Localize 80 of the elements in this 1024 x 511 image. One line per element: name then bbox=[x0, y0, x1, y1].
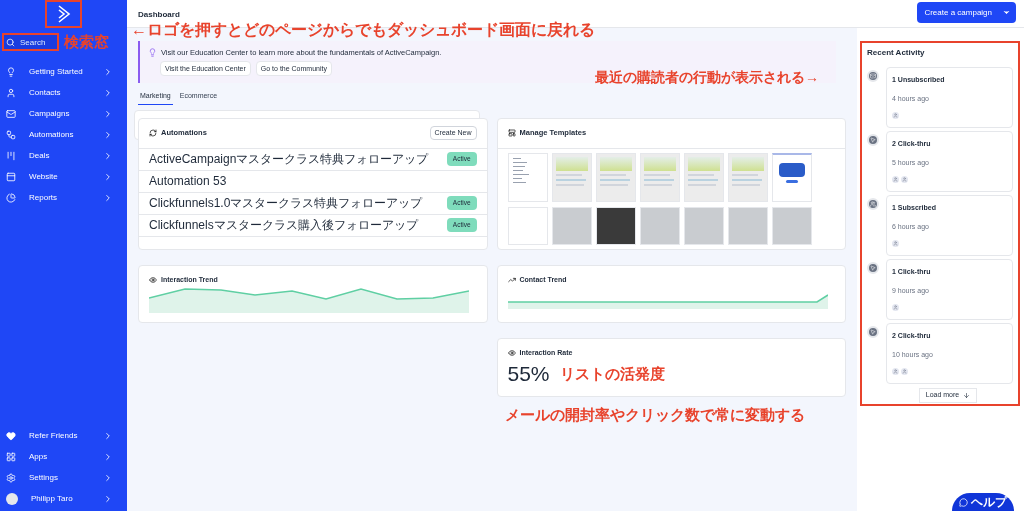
photo-placeholder[interactable] bbox=[595, 206, 636, 245]
avatar-icon bbox=[6, 492, 18, 505]
search-field[interactable]: Search bbox=[2, 33, 59, 51]
pie-chart-icon bbox=[6, 192, 16, 203]
automation-name: Automation 53 bbox=[149, 174, 227, 188]
text-template-thumbnail[interactable] bbox=[507, 152, 548, 202]
sidebar-item[interactable]: Deals bbox=[0, 145, 127, 166]
chevron-right-icon bbox=[103, 108, 113, 119]
blank-template-thumbnail[interactable] bbox=[507, 206, 548, 245]
annotation-text: メールの開封率やクリック数で常に変動する bbox=[504, 404, 806, 425]
sidebar-item[interactable]: Philipp Taro bbox=[0, 488, 127, 509]
pointer-icon bbox=[867, 326, 879, 338]
chat-bubble-icon bbox=[959, 497, 968, 507]
chevron-right-icon bbox=[103, 192, 113, 203]
eye-icon bbox=[507, 348, 516, 357]
sidebar-item[interactable]: Contacts bbox=[0, 82, 127, 103]
contact-avatar-icon[interactable] bbox=[892, 240, 899, 247]
template-thumbnail[interactable] bbox=[551, 152, 592, 202]
automation-name: Clickfunnelsマスタークラス購入後フォローアップ bbox=[149, 218, 418, 232]
envelope-minus-icon bbox=[867, 70, 879, 82]
create-campaign-button[interactable]: Create a campaign bbox=[917, 2, 1016, 23]
template-icon bbox=[507, 129, 516, 137]
sidebar-item[interactable]: Refer Friends bbox=[0, 425, 127, 446]
contact-avatar-icon[interactable] bbox=[892, 112, 899, 119]
sidebar-item[interactable]: Website bbox=[0, 166, 127, 187]
lightbulb-icon bbox=[6, 66, 16, 77]
envelope-icon bbox=[6, 108, 16, 119]
search-icon bbox=[6, 37, 15, 47]
flowchart-icon bbox=[6, 129, 16, 140]
lightbulb-icon bbox=[148, 48, 157, 58]
contact-avatar-icon[interactable] bbox=[892, 176, 899, 183]
chevron-right-icon bbox=[103, 87, 113, 98]
device-template-thumbnail[interactable] bbox=[771, 152, 812, 202]
automation-name: Clickfunnels1.0マスタークラス特典フォローアップ bbox=[149, 196, 423, 210]
sidebar-item[interactable]: Settings bbox=[0, 467, 127, 488]
chevron-right-icon bbox=[103, 171, 113, 182]
chevron-right-icon bbox=[103, 472, 113, 483]
template-thumbnail[interactable] bbox=[595, 152, 636, 202]
contact-avatar-icon[interactable] bbox=[892, 304, 899, 311]
annotation-text: ←ロゴを押すとどのページからでもダッシュボード画面に戻れる bbox=[131, 20, 595, 40]
sidebar-item[interactable]: Getting Started bbox=[0, 61, 127, 82]
sidebar-item[interactable]: Reports bbox=[0, 187, 127, 208]
annotation-text: 最近の購読者の行動が表示される→ bbox=[595, 68, 819, 87]
person-icon bbox=[6, 87, 16, 98]
eye-icon bbox=[149, 275, 157, 284]
panel-title: Recent Activity bbox=[867, 47, 926, 59]
caret-icon bbox=[1002, 8, 1011, 17]
template-thumbnail[interactable] bbox=[727, 152, 768, 202]
chevron-right-icon bbox=[103, 66, 113, 77]
browser-window-icon bbox=[6, 171, 16, 182]
columns-icon bbox=[6, 150, 16, 161]
template-thumbnail[interactable] bbox=[683, 152, 724, 202]
chevron-right-icon bbox=[103, 493, 113, 504]
people-icon bbox=[867, 198, 879, 210]
heart-icon bbox=[6, 430, 16, 441]
contact-avatar-icon[interactable] bbox=[892, 368, 899, 375]
chevron-right-icon bbox=[103, 451, 113, 462]
chevron-right-icon bbox=[103, 430, 113, 441]
annotation-text: リストの活発度 bbox=[559, 363, 665, 384]
page-title: Dashboard bbox=[138, 9, 180, 21]
automation-row[interactable]: Automation 53 bbox=[139, 170, 487, 193]
automation-name: ActiveCampaignマスタークラス特典フォローアップ bbox=[149, 152, 429, 166]
rate-value: 55% bbox=[507, 361, 550, 387]
annotation-text: 検索窓 bbox=[64, 33, 109, 51]
contact-avatar-icon[interactable] bbox=[901, 176, 908, 183]
refresh-icon bbox=[149, 129, 157, 137]
arrow-down-icon bbox=[963, 392, 971, 399]
chevron-right-icon bbox=[103, 150, 113, 161]
sidebar-item[interactable]: Apps bbox=[0, 446, 127, 467]
contact-avatar-icon[interactable] bbox=[901, 368, 908, 375]
template-thumbnail[interactable] bbox=[639, 152, 680, 202]
sidebar-item[interactable]: Campaigns bbox=[0, 103, 127, 124]
chevron-right-icon bbox=[103, 129, 113, 140]
grid-icon bbox=[6, 451, 16, 462]
sidebar-item[interactable]: Automations bbox=[0, 124, 127, 145]
logo-chevron-icon[interactable] bbox=[45, 0, 82, 28]
pointer-icon bbox=[867, 134, 879, 146]
settings-icon bbox=[6, 472, 16, 483]
pointer-icon bbox=[867, 262, 879, 274]
trend-line-icon bbox=[507, 275, 516, 284]
